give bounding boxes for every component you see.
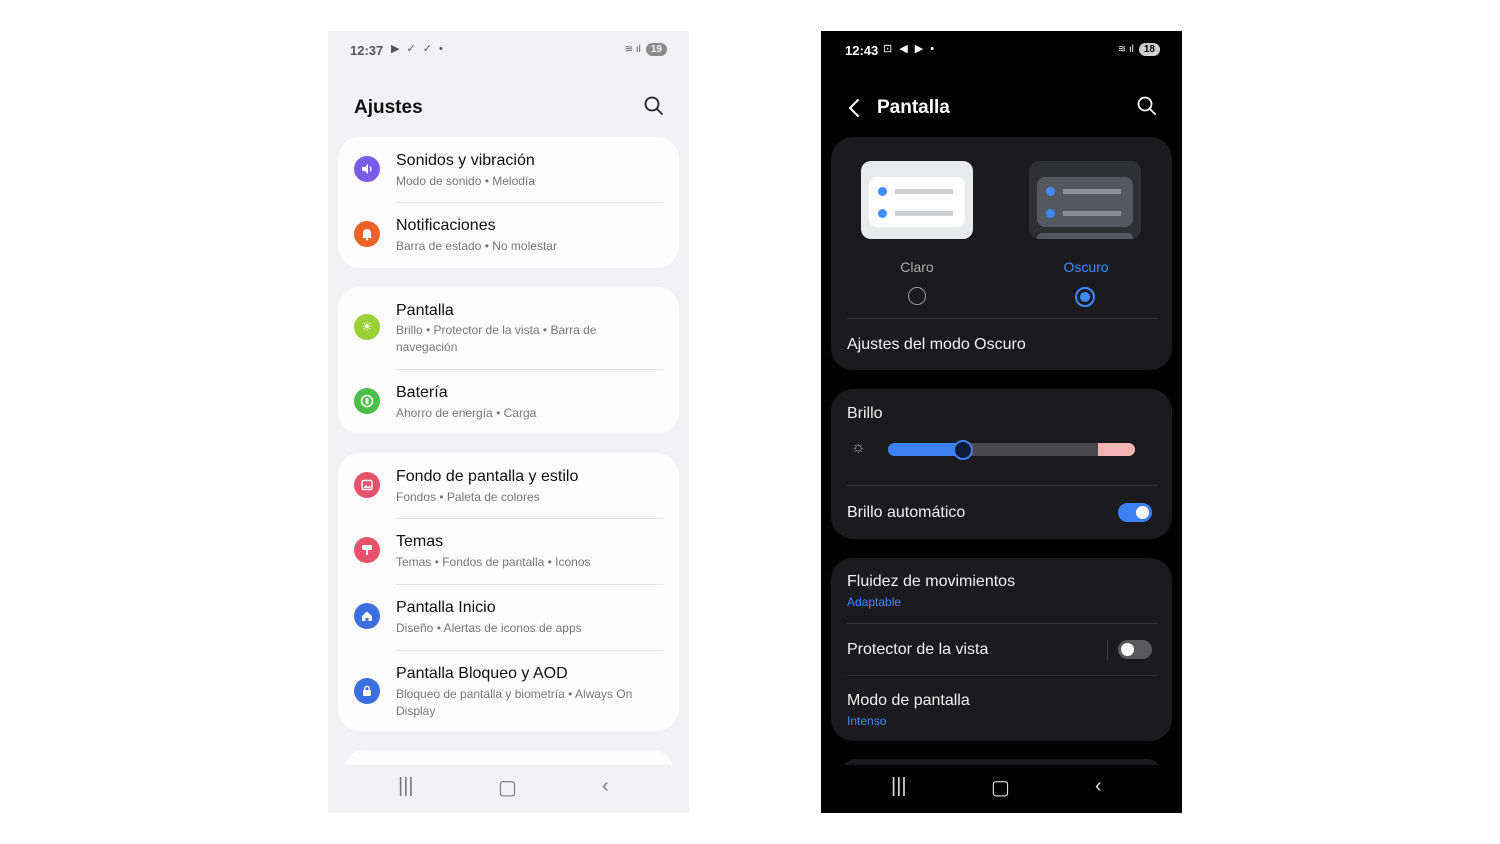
item-subtitle: Ahorro de energía • Carga [396,406,537,420]
settings-item-display[interactable]: ☀ Pantalla Brillo • Protector de la vist… [338,287,679,368]
navigation-bar: ||| ▢ ‹ [328,765,689,813]
recent-apps-button[interactable]: ||| [891,775,907,798]
back-arrow-icon[interactable] [847,98,861,118]
dark-theme-preview[interactable] [1029,161,1141,239]
motion-smoothness-value: Adaptable [847,595,902,609]
item-subtitle: Barra de estado • No molestar [396,239,557,253]
settings-group-3: Fondo de pantalla y estilo Fondos • Pale… [338,453,679,731]
display-screen-dark: 12:43 ⊡ ◀ ▶ • ≋ ıl 18 Pantalla Claro Osc… [821,31,1182,813]
settings-item-lock-screen[interactable]: Pantalla Bloqueo y AOD Bloqueo de pantal… [338,651,679,731]
settings-group-1: Sonidos y vibración Modo de sonido • Mel… [338,137,679,268]
auto-brightness-toggle[interactable] [1118,503,1152,522]
item-title: Pantalla Inicio [396,599,496,616]
settings-item-wallpaper[interactable]: Fondo de pantalla y estilo Fondos • Pale… [338,453,679,518]
light-theme-preview[interactable] [861,161,973,239]
item-title: Sonidos y vibración [396,152,535,169]
divider [847,623,1158,624]
screen-mode-label: Modo de pantalla [847,692,970,709]
item-subtitle: Diseño • Alertas de iconos de apps [396,621,582,635]
lock-icon [354,678,380,704]
notification-icons: ▶ ✓ ✓ • [391,43,445,55]
brightness-slider-thumb[interactable] [953,440,973,460]
settings-item-themes[interactable]: Temas Temas • Fondos de pantalla • Icono… [338,519,679,584]
navigation-bar: ||| ▢ ‹ [821,765,1182,813]
brightness-slider[interactable] [888,443,1135,456]
vertical-divider [1107,640,1108,660]
brightness-fill [888,443,962,456]
wifi-signal-icon: ≋ ıl [1117,44,1134,55]
item-subtitle: Modo de sonido • Melodía [396,174,535,188]
settings-item-sounds[interactable]: Sonidos y vibración Modo de sonido • Mel… [338,137,679,202]
item-subtitle: Fondos • Paleta de colores [396,490,540,504]
status-bar: 12:43 ⊡ ◀ ▶ • ≋ ıl 18 [821,31,1182,71]
speaker-icon [354,156,380,182]
auto-brightness-label: Brillo automático [847,504,966,521]
eye-comfort-label: Protector de la vista [847,641,989,658]
dark-theme-radio[interactable] [1075,287,1095,307]
notification-icons: ⊡ ◀ ▶ • [883,43,937,55]
item-subtitle: Bloqueo de pantalla y biometría • Always… [396,687,633,718]
item-title: Batería [396,384,448,401]
search-icon[interactable] [1136,95,1158,117]
battery-indicator: 18 [1138,43,1160,56]
home-icon [354,603,380,629]
eye-comfort-toggle[interactable] [1118,640,1152,659]
light-theme-radio[interactable] [908,287,926,305]
sun-icon: ☀ [354,314,380,340]
brightness-card: Brillo ☼ Brillo automático [831,389,1172,539]
status-time: 12:43 [845,43,879,58]
wifi-signal-icon: ≋ ıl [624,44,641,55]
item-title: Temas [396,533,444,550]
item-title: Notificaciones [396,217,496,234]
screen-mode-value: Intenso [847,714,887,728]
light-theme-label: Claro [900,259,934,275]
recent-apps-button[interactable]: ||| [398,775,414,798]
bell-icon [354,221,380,247]
settings-item-notifications[interactable]: Notificaciones Barra de estado • No mole… [338,203,679,268]
battery-indicator: 19 [645,43,667,56]
sun-icon: ☼ [851,439,866,456]
home-button[interactable]: ▢ [991,775,1010,800]
settings-screen-light: 12:37 ▶ ✓ ✓ • ≋ ıl 19 Ajustes Sonidos y … [328,31,689,813]
item-title: Pantalla Bloqueo y AOD [396,665,568,682]
divider [847,485,1158,486]
dark-theme-label: Oscuro [1063,259,1109,275]
page-title: Pantalla [877,97,950,118]
home-button[interactable]: ▢ [498,775,517,800]
search-icon[interactable] [643,95,665,117]
motion-smoothness-label: Fluidez de movimientos [847,573,1016,590]
settings-item-battery[interactable]: Batería Ahorro de energía • Carga [338,370,679,434]
image-icon [354,472,380,498]
back-button[interactable]: ‹ [602,775,609,798]
brightness-label: Brillo [847,405,883,422]
settings-item-home-screen[interactable]: Pantalla Inicio Diseño • Alertas de icon… [338,585,679,650]
theme-card: Claro Oscuro Ajustes del modo Oscuro [831,137,1172,370]
settings-group-2: ☀ Pantalla Brillo • Protector de la vist… [338,287,679,434]
item-title: Fondo de pantalla y estilo [396,468,579,485]
divider [847,318,1158,319]
paint-brush-icon [354,537,380,563]
page-title: Ajustes [354,97,423,118]
status-time: 12:37 [350,43,384,58]
status-bar: 12:37 ▶ ✓ ✓ • ≋ ıl 19 [328,31,689,71]
item-title: Pantalla [396,302,454,319]
brightness-extra-zone [1098,443,1135,456]
back-button[interactable]: ‹ [1095,775,1102,798]
item-subtitle: Temas • Fondos de pantalla • Iconos [396,555,591,569]
dark-mode-settings-link[interactable]: Ajustes del modo Oscuro [847,336,1026,354]
battery-icon [354,388,380,414]
item-subtitle: Brillo • Protector de la vista • Barra d… [396,323,597,354]
divider [847,675,1158,676]
display-options-card: Fluidez de movimientos Adaptable Protect… [831,558,1172,741]
